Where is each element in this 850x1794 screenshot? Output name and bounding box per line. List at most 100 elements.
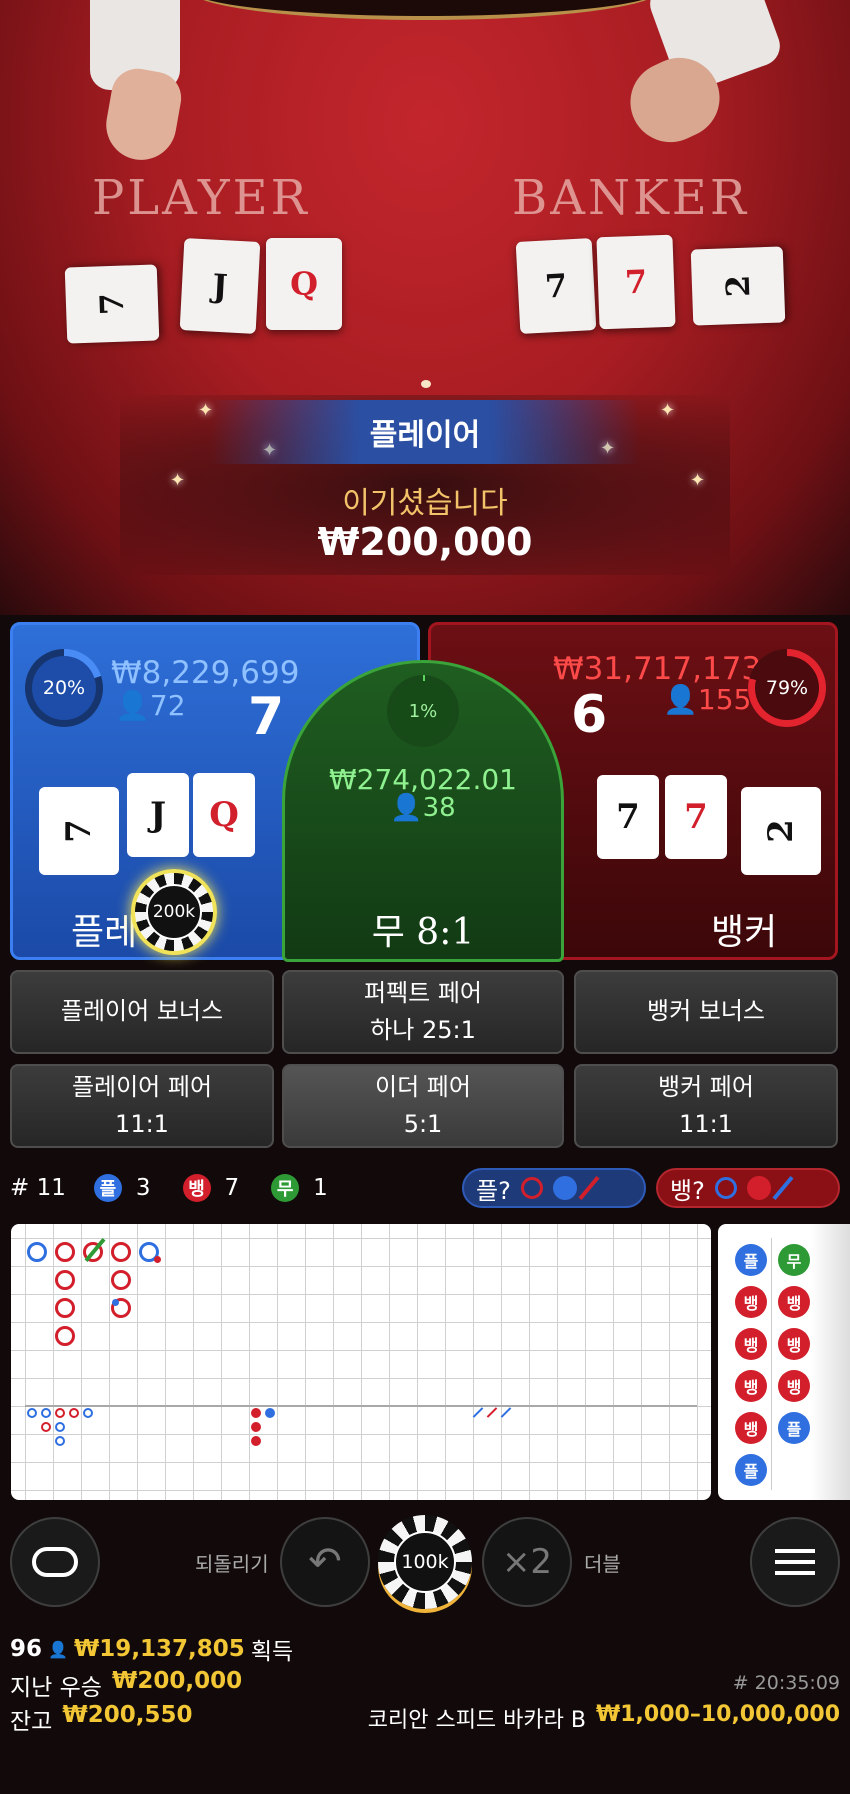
road-mark — [55, 1270, 75, 1290]
banker-predict-button[interactable]: 뱅? — [656, 1168, 840, 1208]
double-button[interactable]: ×2 — [482, 1517, 572, 1607]
dot-icon — [552, 1176, 577, 1200]
small-road-mark — [27, 1408, 37, 1418]
player-total: ₩8,229,699 — [111, 655, 300, 691]
tie-stat-count: 1 — [313, 1175, 328, 1201]
banker-score: 6 — [571, 685, 608, 745]
cockroach-mark — [500, 1407, 512, 1418]
chat-icon — [32, 1547, 78, 1577]
ring-icon — [520, 1177, 543, 1199]
bead: 뱅 — [735, 1286, 767, 1318]
small-road-mark — [55, 1436, 65, 1446]
tie-total: ₩274,022.01 — [328, 763, 517, 796]
btn-label: 플레이어 보너스 — [60, 997, 224, 1026]
last-win-label: 지난 우승 — [10, 1675, 102, 1701]
sparkle-icon: ✦ — [660, 400, 676, 421]
player-bonus-button[interactable]: 플레이어 보너스 — [10, 970, 274, 1054]
round-number: # 11 — [10, 1175, 66, 1201]
double-icon: ×2 — [501, 1542, 553, 1582]
chip-value: 100k — [394, 1531, 456, 1593]
btn-label: 뱅커 페어 — [658, 1072, 754, 1101]
player-predict-button[interactable]: 플? — [462, 1168, 646, 1208]
small-road-mark — [55, 1422, 65, 1432]
banker-mini-card-2: 7 — [665, 775, 727, 859]
perfect-pair-button[interactable]: 퍼펙트 페어 하나 25:1 — [282, 970, 564, 1054]
btn-odds: 5:1 — [403, 1110, 443, 1138]
player-bettors: 👤72 — [115, 689, 186, 722]
banker-card-3: 2 — [690, 246, 786, 326]
undo-label: 되돌리기 — [195, 1552, 269, 1576]
banker-bonus-button[interactable]: 뱅커 보너스 — [574, 970, 838, 1054]
banker-mini-card-1: 7 — [597, 775, 659, 859]
pair-dot — [154, 1256, 161, 1263]
banker-total: ₩31,717,173 — [553, 651, 762, 687]
player-pair-button[interactable]: 플레이어 페어 11:1 — [10, 1064, 274, 1148]
undo-button[interactable]: ↶ — [280, 1517, 370, 1607]
small-road-mark — [265, 1408, 275, 1418]
round-time: # 20:35:09 — [732, 1672, 840, 1694]
small-road-mark — [41, 1422, 51, 1432]
banker-mini-card-3: 2 — [741, 787, 821, 875]
tie-bettors: 👤38 — [285, 793, 561, 823]
bead: 뱅 — [778, 1286, 810, 1318]
bead-road[interactable]: 플 무 뱅 뱅 뱅 뱅 뱅 뱅 뱅 플 플 — [718, 1224, 850, 1500]
winner-banner: 플레이어 — [210, 400, 640, 464]
bead: 무 — [778, 1244, 810, 1276]
banker-pct-ring: 79% — [748, 649, 826, 727]
small-road-mark — [69, 1408, 79, 1418]
predict-label: 뱅? — [670, 1176, 705, 1205]
btn-label: 플레이어 페어 — [71, 1072, 213, 1101]
road-mark — [55, 1242, 75, 1262]
bead: 플 — [735, 1454, 767, 1486]
hamburger-icon — [775, 1560, 815, 1564]
board-divider — [25, 1405, 697, 1407]
road-mark — [111, 1242, 131, 1262]
shoe-dot — [421, 380, 431, 388]
pair-dot — [112, 1299, 119, 1306]
big-road-board[interactable] — [11, 1224, 711, 1500]
bead: 뱅 — [778, 1328, 810, 1360]
small-road-mark — [55, 1408, 65, 1418]
banker-pair-button[interactable]: 뱅커 페어 11:1 — [574, 1064, 838, 1148]
small-road-mark — [251, 1436, 261, 1446]
tie-label: 무 8:1 — [371, 912, 475, 953]
banker-pct: 79% — [755, 656, 819, 720]
player-count: 72 — [149, 689, 186, 722]
btn-odds: 11:1 — [679, 1110, 733, 1138]
last-win-amount: ₩200,000 — [111, 1668, 243, 1694]
table-info: 코리안 스피드 바카라 B ₩1,000–10,000,000 — [368, 1702, 840, 1734]
banker-card-1: 7 — [515, 238, 597, 334]
player-mini-card-3: Q — [193, 773, 255, 857]
user-icon: 👤 — [390, 793, 423, 823]
bead: 뱅 — [735, 1412, 767, 1444]
user-icon: 👤 — [48, 1639, 68, 1659]
double-label: 더블 — [584, 1552, 621, 1576]
tie-pct-ring: 1% — [387, 675, 459, 747]
btn-label: 뱅커 보너스 — [646, 997, 766, 1026]
cockroach-mark — [472, 1407, 484, 1418]
bead: 뱅 — [735, 1328, 767, 1360]
chip-value: 200k — [146, 884, 202, 940]
predict-label: 플? — [476, 1176, 511, 1205]
either-pair-button[interactable]: 이더 페어 5:1 — [282, 1064, 564, 1148]
ring-icon — [714, 1177, 737, 1199]
player-card-1: 7 — [64, 264, 160, 344]
tie-bet-area[interactable]: 1% ₩274,022.01 👤38 무 8:1 — [282, 660, 564, 962]
banker-stat-count: 7 — [224, 1175, 240, 1201]
cockroach-mark — [486, 1407, 498, 1418]
road-mark — [111, 1270, 131, 1290]
won-label: 획득 — [250, 1639, 294, 1665]
banker-table-label: BANKER — [512, 170, 749, 226]
player-bet-chip[interactable]: 200k — [131, 869, 217, 955]
win-message: 이기셨습니다 — [342, 486, 508, 521]
menu-button[interactable] — [750, 1517, 840, 1607]
chip-selector[interactable]: 100k — [378, 1515, 472, 1609]
winners-count: 96 — [10, 1636, 43, 1662]
small-road-mark — [251, 1408, 261, 1418]
live-video: PLAYER BANKER 7 J Q 7 7 2 ✦ ✦ ✦ ✦ ✦ ✦ 플레… — [0, 0, 850, 615]
chat-button[interactable] — [10, 1517, 100, 1607]
winners-row: 96 👤 ₩19,137,805 획득 — [10, 1632, 293, 1666]
small-road-mark — [41, 1408, 51, 1418]
player-mini-card-1: 7 — [39, 787, 119, 875]
btn-odds: 11:1 — [115, 1110, 169, 1138]
